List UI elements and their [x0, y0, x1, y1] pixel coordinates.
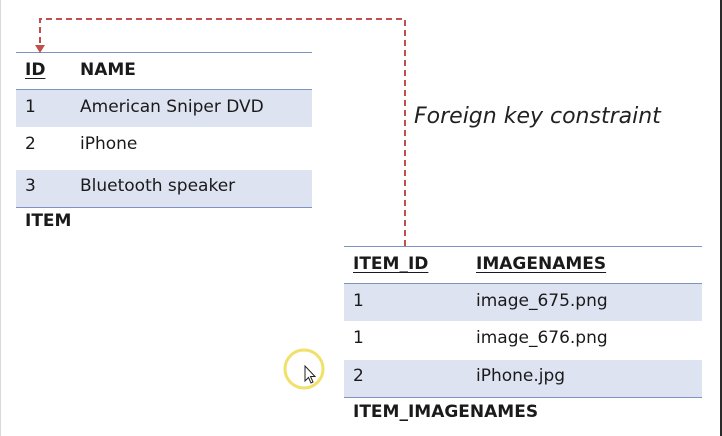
foreign-key-connector — [39, 18, 406, 246]
foreign-key-arrow — [35, 18, 406, 390]
mouse-cursor-icon — [304, 364, 317, 384]
cursor-highlight-ring — [283, 348, 325, 390]
arrowhead-icon — [35, 45, 45, 53]
